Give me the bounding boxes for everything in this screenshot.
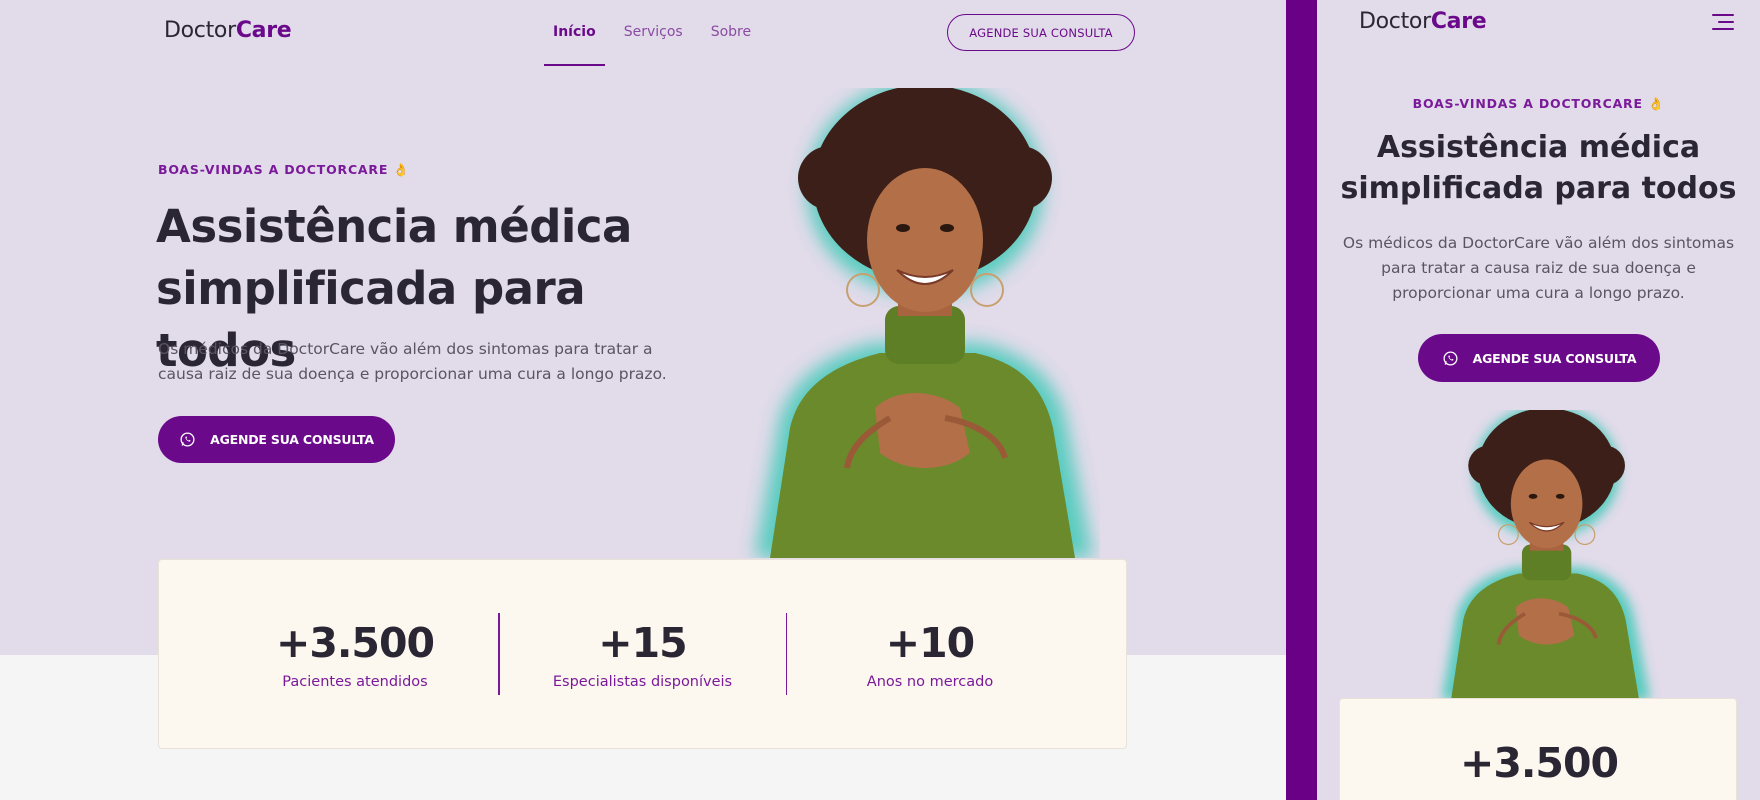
hero-eyebrow: BOAS-VINDAS A DOCTORCARE 👌 xyxy=(158,162,410,177)
stat-number: +10 xyxy=(885,618,975,667)
whatsapp-icon xyxy=(180,432,195,447)
hero-woman-image xyxy=(755,88,1093,558)
stat-label: Pacientes atendidos xyxy=(282,673,428,690)
stat-patients: +3.500 Pacientes atendidos xyxy=(212,619,498,690)
mobile-view: DoctorCare BOAS-VINDAS A DOCTORCARE 👌 As… xyxy=(1317,0,1760,800)
mobile-hero-eyebrow: BOAS-VINDAS A DOCTORCARE 👌 xyxy=(1412,96,1665,111)
main-nav: Início Serviços Sobre xyxy=(544,0,770,66)
mobile-hero-subtitle: Os médicos da DoctorCare vão além dos si… xyxy=(1342,234,1735,302)
logo[interactable]: DoctorCare xyxy=(164,18,292,43)
stats-card: +3.500 Pacientes atendidos +15 Especiali… xyxy=(158,559,1127,749)
mobile-schedule-button[interactable]: AGENDE SUA CONSULTA xyxy=(1418,334,1660,382)
nav-item-sobre[interactable]: Sobre xyxy=(702,0,760,66)
stat-specialists: +15 Especialistas disponíveis xyxy=(500,619,786,690)
hamburger-menu-icon[interactable] xyxy=(1710,12,1734,34)
whatsapp-icon xyxy=(1443,350,1458,366)
view-separator xyxy=(1286,0,1317,800)
mobile-hero-woman-image xyxy=(1441,410,1651,700)
stat-number: +3.500 xyxy=(1459,739,1619,787)
stat-years: +10 Anos no mercado xyxy=(787,619,1073,690)
desktop-view: DoctorCare Início Serviços Sobre AGENDE … xyxy=(0,0,1286,800)
hero-subtitle: Os médicos da DoctorCare vão além dos si… xyxy=(158,340,667,383)
stat-label: Especialistas disponíveis xyxy=(552,673,733,690)
mobile-logo[interactable]: DoctorCare xyxy=(1359,9,1487,34)
stat-number: +3.500 xyxy=(275,618,435,667)
mobile-schedule-button-label: AGENDE SUA CONSULTA xyxy=(1472,350,1637,366)
header-schedule-button[interactable]: AGENDE SUA CONSULTA xyxy=(947,14,1135,51)
hero-schedule-button[interactable]: AGENDE SUA CONSULTA xyxy=(158,416,395,463)
hero-schedule-button-label: AGENDE SUA CONSULTA xyxy=(210,432,374,447)
stat-number: +15 xyxy=(598,618,687,667)
nav-item-inicio[interactable]: Início xyxy=(544,0,605,66)
mobile-hero-title: Assistência médica simplificada para tod… xyxy=(1340,130,1737,206)
stat-label: Anos no mercado xyxy=(866,673,994,690)
nav-item-servicos[interactable]: Serviços xyxy=(615,0,692,66)
mobile-stats-card: +3.500 xyxy=(1339,698,1737,800)
